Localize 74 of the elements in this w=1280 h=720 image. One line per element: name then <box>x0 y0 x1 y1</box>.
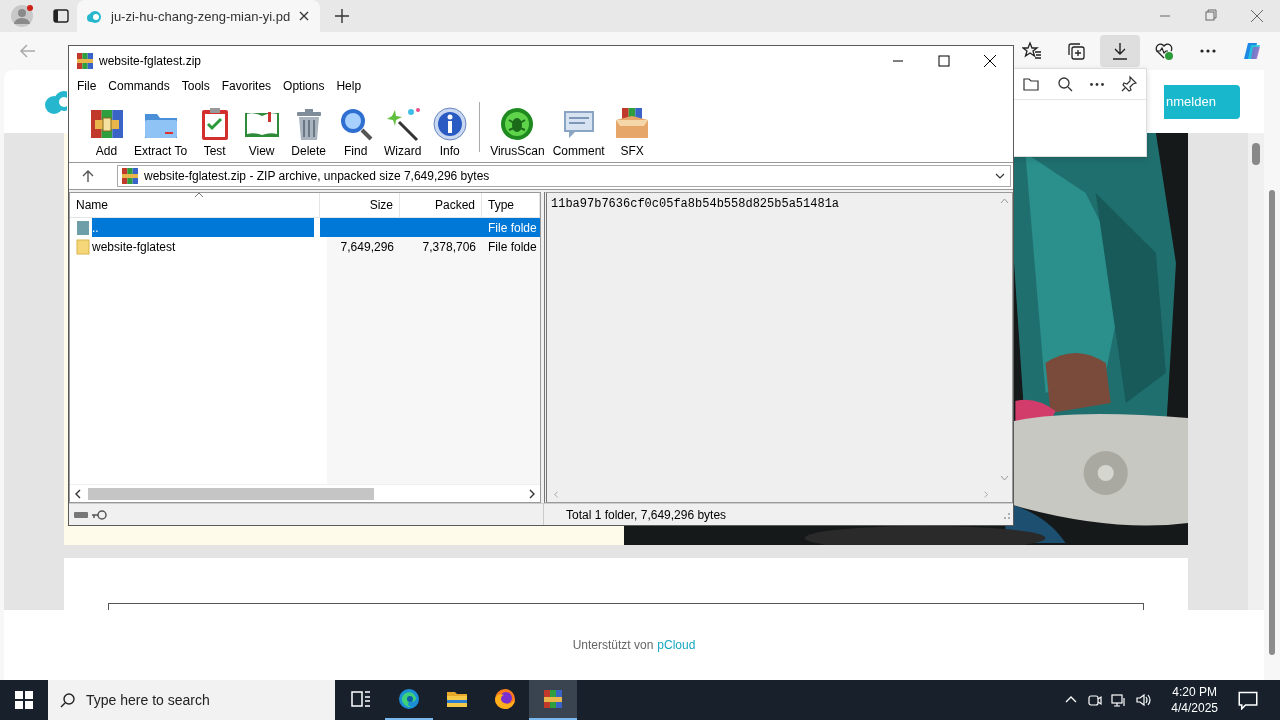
download-icon <box>1110 41 1130 61</box>
toolbar-button[interactable]: Info <box>426 106 474 158</box>
cloud-icon <box>87 8 103 24</box>
toolbar-button[interactable]: Find <box>332 106 380 158</box>
column-header[interactable]: Size <box>320 193 400 217</box>
menu-item[interactable]: File <box>71 79 103 93</box>
file-name[interactable]: .. <box>92 218 314 237</box>
more-icon[interactable] <box>1090 82 1104 86</box>
toolbar-button[interactable]: Test <box>191 106 239 158</box>
search-icon <box>60 692 76 708</box>
tab-actions-icon[interactable] <box>53 8 69 24</box>
clock-time[interactable]: 4:20 PM <box>1172 684 1217 700</box>
notification-icon[interactable] <box>1238 690 1258 710</box>
table-cell-text: File folde <box>487 238 538 256</box>
new-tab-icon[interactable] <box>334 8 351 24</box>
search-field[interactable]: Type here to search <box>48 680 335 720</box>
firefox-icon <box>493 687 517 711</box>
books-icon <box>77 53 93 69</box>
scrollbar[interactable] <box>70 484 540 502</box>
menu-item[interactable]: Commands <box>102 79 176 93</box>
taskbar-app[interactable] <box>529 680 577 720</box>
toolbar-button[interactable]: VirusScan <box>486 106 549 158</box>
status-text: Total 1 folder, 7,649,296 bytes <box>565 507 727 522</box>
toolbar-button[interactable] <box>1100 35 1140 67</box>
pin-icon[interactable] <box>1120 75 1138 93</box>
copilot-icon <box>1242 41 1262 61</box>
folder-icon[interactable] <box>1022 75 1040 93</box>
close-icon[interactable] <box>298 10 311 22</box>
profile-icon[interactable] <box>11 5 33 27</box>
books-icon <box>122 168 138 184</box>
drive-icon[interactable] <box>73 509 89 520</box>
folder-icon <box>76 238 90 255</box>
up-arrow-icon[interactable] <box>81 169 95 183</box>
footer-text: Unterstützt von <box>572 638 654 652</box>
column-header[interactable]: Packed <box>400 193 482 217</box>
heart-pulse-icon <box>1154 41 1174 61</box>
table-cell-text: 7,378,706 <box>421 238 477 256</box>
table-cell-text: 7,649,296 <box>339 238 395 256</box>
info-icon <box>431 106 468 142</box>
path-field[interactable]: website-fglatest.zip - ZIP archive, unpacked size 7,649,296 bytes <box>117 165 1011 187</box>
column-header[interactable]: Name <box>70 193 320 217</box>
toolbar-button[interactable]: Wizard <box>379 106 427 158</box>
windows-icon <box>15 691 33 709</box>
toolbar-button[interactable]: Comment <box>548 106 609 158</box>
toolbar-button[interactable]: SFX <box>608 106 656 158</box>
menu-item[interactable]: Favorites <box>215 79 278 93</box>
browser-tab[interactable]: ju-zi-hu-chang-zeng-mian-yi.pd <box>77 0 321 32</box>
toolbar-button[interactable]: View <box>238 106 286 158</box>
bug-icon <box>499 106 536 142</box>
column-header[interactable]: Type <box>482 193 540 217</box>
collections-icon <box>1066 41 1086 61</box>
volume-icon[interactable] <box>1135 692 1152 708</box>
books-icon <box>541 687 565 711</box>
menu-item[interactable]: Help <box>330 79 368 93</box>
toolbar-button[interactable]: Extract To <box>130 106 192 158</box>
sort-caret-icon <box>194 191 204 198</box>
table-cell: File folde <box>482 218 540 237</box>
edge-icon <box>397 687 421 711</box>
search-icon[interactable] <box>1056 75 1074 93</box>
camera-icon[interactable] <box>1087 692 1104 708</box>
window-title: website-fglatest.zip <box>99 54 202 68</box>
menu-item[interactable]: Options <box>277 79 331 93</box>
toolbar-button[interactable]: Delete <box>285 106 333 158</box>
star-list-icon <box>1022 41 1042 61</box>
more-icon <box>1200 49 1216 53</box>
toolbar-button[interactable]: Add <box>83 106 130 158</box>
comment-text: 11ba97b7636cf0c05fa8b54b558d825b5a51481a <box>550 196 841 213</box>
folder-icon <box>76 219 90 236</box>
menu-item[interactable]: Tools <box>175 79 216 93</box>
clock-date[interactable]: 4/4/2025 <box>1171 700 1218 716</box>
network-icon[interactable] <box>1111 692 1128 708</box>
file-name[interactable]: website-fglatest <box>92 237 314 256</box>
scrollbar[interactable] <box>1248 133 1264 610</box>
key-icon[interactable] <box>91 509 107 520</box>
